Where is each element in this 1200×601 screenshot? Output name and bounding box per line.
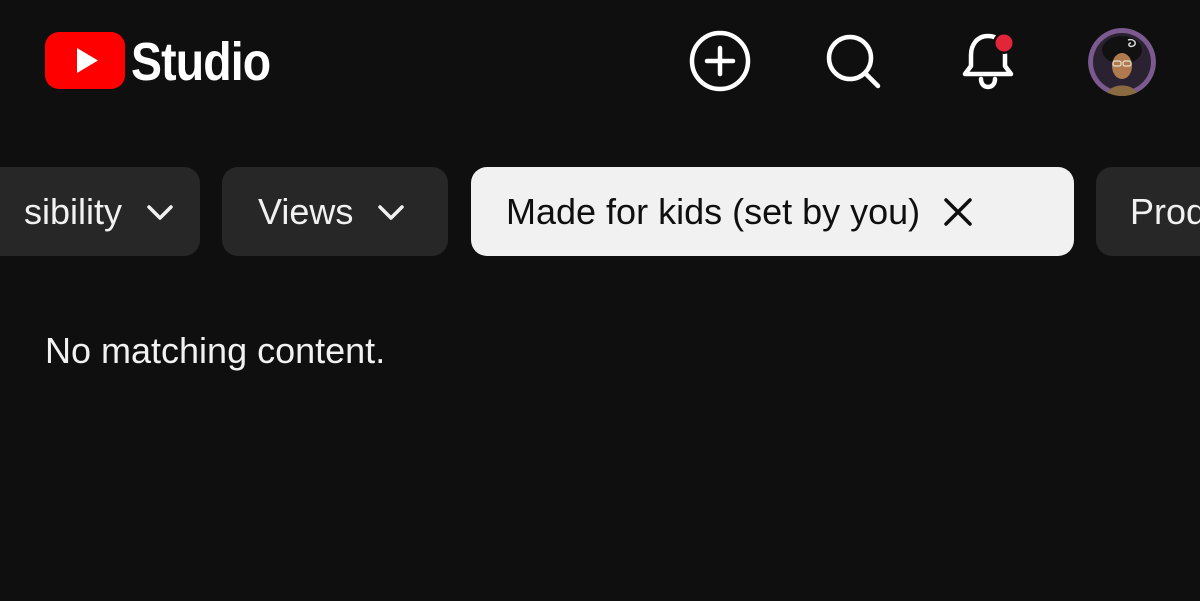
search-button[interactable] bbox=[820, 28, 886, 94]
bell-icon bbox=[962, 32, 1015, 90]
chevron-down-icon bbox=[378, 204, 405, 220]
logo-text: Studio bbox=[131, 31, 271, 92]
create-button[interactable] bbox=[687, 28, 753, 94]
filter-chip-product[interactable]: Prod bbox=[1096, 167, 1200, 256]
filter-chip-visibility[interactable]: sibility bbox=[0, 167, 200, 256]
empty-state-message: No matching content. bbox=[45, 330, 386, 371]
plus-circle-icon bbox=[689, 30, 751, 92]
filter-chip-views[interactable]: Views bbox=[222, 167, 448, 256]
avatar-icon bbox=[1088, 28, 1156, 96]
top-app-bar: Studio bbox=[0, 0, 1200, 125]
chip-label: Prod bbox=[1130, 190, 1200, 232]
chip-label: Views bbox=[258, 190, 354, 232]
notifications-button[interactable] bbox=[955, 28, 1021, 94]
youtube-studio-logo[interactable]: Studio bbox=[45, 32, 293, 89]
search-icon bbox=[826, 34, 881, 89]
filter-chip-made-for-kids[interactable]: Made for kids (set by you) bbox=[471, 167, 1074, 256]
youtube-logo-icon bbox=[45, 32, 125, 89]
filter-chips-bar: sibility Views Made for kids (set by you… bbox=[0, 167, 1200, 257]
chip-label: Made for kids (set by you) bbox=[506, 190, 921, 232]
chip-label: sibility bbox=[23, 190, 122, 232]
account-avatar[interactable] bbox=[1088, 28, 1156, 96]
close-icon[interactable] bbox=[942, 196, 974, 228]
chevron-down-icon bbox=[147, 204, 173, 220]
